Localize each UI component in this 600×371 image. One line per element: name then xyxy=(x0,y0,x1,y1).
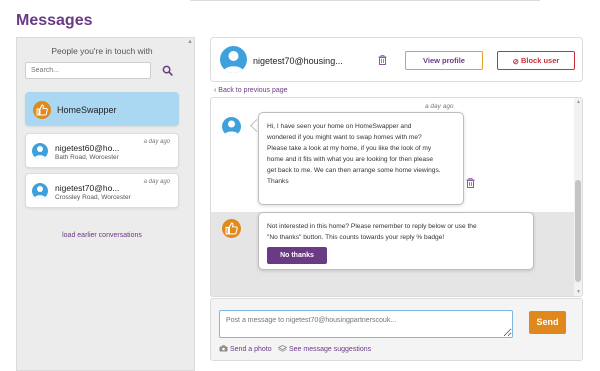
conversation-name: nigetest70@ho... xyxy=(55,183,120,193)
message-line: home and it fits with what you are looki… xyxy=(267,156,434,163)
message-line: get back to me. We can then arrange some… xyxy=(267,167,441,174)
send-photo-label: Send a photo xyxy=(230,346,272,353)
scroll-up-icon[interactable]: ▲ xyxy=(576,99,581,105)
sidebar-scroll-up-icon[interactable]: ▲ xyxy=(187,39,193,45)
conversation-time: a day ago xyxy=(143,179,170,185)
thumbs-up-icon xyxy=(222,219,241,238)
system-message-line: "No thanks" button. This counts towards … xyxy=(267,234,445,241)
trash-icon[interactable] xyxy=(466,178,475,188)
conversation-item[interactable]: nigetest70@ho... Crossley Road, Worceste… xyxy=(25,173,179,208)
conversation-location: Crossley Road, Worcester xyxy=(55,194,131,201)
scroll-down-icon[interactable]: ▼ xyxy=(576,289,581,295)
search-icon[interactable] xyxy=(162,65,173,76)
compose-area: Send Send a photo See message suggestion… xyxy=(210,298,583,361)
contact-name: nigetest70@housing... xyxy=(253,56,343,66)
avatar xyxy=(222,117,241,136)
conversation-header: nigetest70@housing... View profile ⊘ Bloc… xyxy=(210,37,583,82)
no-thanks-button[interactable]: No thanks xyxy=(267,247,327,264)
avatar xyxy=(32,143,48,159)
back-link[interactable]: ‹ Back to previous page xyxy=(214,87,288,94)
send-photo-link[interactable]: Send a photo xyxy=(219,345,272,353)
block-user-label: Block user xyxy=(520,56,560,65)
trash-icon[interactable] xyxy=(378,55,387,65)
message-line: Thanks xyxy=(267,178,289,185)
suggestions-label: See message suggestions xyxy=(289,346,372,353)
avatar xyxy=(32,183,48,199)
system-message-line: Not interested in this home? Please reme… xyxy=(267,223,477,230)
camera-icon xyxy=(219,345,228,352)
conversations-sidebar: ▲ People you're in touch with HomeSwappe… xyxy=(16,37,195,371)
conversation-location: Bath Road, Worcester xyxy=(55,154,119,161)
view-profile-button[interactable]: View profile xyxy=(405,51,483,70)
message-thread[interactable]: a day ago Hi, I have seen your home on H… xyxy=(210,97,583,297)
thumbs-up-icon xyxy=(33,101,51,119)
conversation-item-homeswapper[interactable]: HomeSwapper xyxy=(25,92,179,126)
message-suggestions-link[interactable]: See message suggestions xyxy=(278,345,371,353)
top-divider xyxy=(190,0,540,1)
scrollbar-thumb[interactable] xyxy=(575,180,581,282)
message-bubble: Hi, I have seen your home on HomeSwapper… xyxy=(258,112,464,205)
conversation-name: HomeSwapper xyxy=(57,105,117,115)
message-line: wondered if you might want to swap homes… xyxy=(267,134,422,141)
message-line: Hi, I have seen your home on HomeSwapper… xyxy=(267,123,412,130)
search-input[interactable] xyxy=(25,62,151,79)
sidebar-heading: People you're in touch with xyxy=(51,46,153,56)
system-message-bubble: Not interested in this home? Please reme… xyxy=(258,212,534,270)
conversation-name: nigetest60@ho... xyxy=(55,143,120,153)
avatar xyxy=(220,46,247,73)
load-earlier-link[interactable]: load earlier conversations xyxy=(17,232,187,239)
back-link-label: Back to previous page xyxy=(218,87,288,94)
stack-icon xyxy=(278,345,287,352)
conversation-item[interactable]: nigetest60@ho... Bath Road, Worcester a … xyxy=(25,133,179,168)
block-icon: ⊘ xyxy=(512,57,519,66)
message-line: Please take a look at my home, if you li… xyxy=(267,145,432,152)
conversation-time: a day ago xyxy=(143,139,170,145)
send-button[interactable]: Send xyxy=(529,311,566,334)
block-user-button[interactable]: ⊘ Block user xyxy=(497,51,575,70)
message-input[interactable] xyxy=(219,310,513,338)
page-title: Messages xyxy=(16,12,93,29)
message-time: a day ago xyxy=(425,103,454,110)
